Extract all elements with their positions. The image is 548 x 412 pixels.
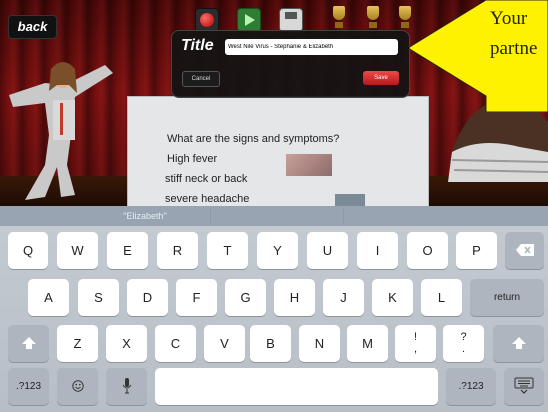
keyboard-dismiss-icon bbox=[514, 377, 534, 394]
space-bar[interactable] bbox=[155, 368, 438, 405]
shift-icon bbox=[21, 337, 36, 349]
title-dialog: Title Cancel Save bbox=[171, 30, 410, 98]
key-z[interactable]: Z bbox=[57, 325, 98, 362]
numbers-key-right[interactable]: .?123 bbox=[446, 368, 496, 405]
key-a[interactable]: A bbox=[28, 279, 69, 316]
trophy-icon bbox=[366, 6, 380, 30]
onscreen-keyboard: "Elizabeth" Q W E R T Y U I O P A S D F … bbox=[0, 206, 548, 412]
video-stage: What are the signs and symptoms? High fe… bbox=[0, 0, 548, 206]
key-n[interactable]: N bbox=[299, 325, 340, 362]
backspace-icon bbox=[515, 244, 534, 256]
key-exclaim-comma[interactable]: ! , bbox=[395, 325, 436, 362]
key-w[interactable]: W bbox=[57, 232, 98, 269]
shift-icon bbox=[511, 337, 526, 349]
board-line: severe headache bbox=[165, 193, 250, 205]
key-h[interactable]: H bbox=[274, 279, 315, 316]
key-t[interactable]: T bbox=[207, 232, 248, 269]
board-line: stiff neck or back bbox=[165, 173, 248, 185]
key-d[interactable]: D bbox=[127, 279, 168, 316]
cancel-button[interactable]: Cancel bbox=[182, 71, 220, 87]
key-m[interactable]: M bbox=[347, 325, 388, 362]
title-label: Title bbox=[181, 37, 214, 54]
key-f[interactable]: F bbox=[176, 279, 217, 316]
callout-text: Your partne bbox=[490, 8, 538, 59]
board-photo bbox=[335, 194, 365, 206]
key-u[interactable]: U bbox=[307, 232, 348, 269]
key-b[interactable]: B bbox=[250, 325, 291, 362]
shift-key-right[interactable] bbox=[493, 325, 544, 362]
whiteboard: What are the signs and symptoms? High fe… bbox=[127, 96, 429, 206]
key-r[interactable]: R bbox=[157, 232, 198, 269]
back-button[interactable]: back bbox=[8, 15, 57, 39]
record-icon[interactable] bbox=[195, 8, 219, 32]
board-photo bbox=[286, 154, 332, 176]
dictation-key[interactable] bbox=[106, 368, 147, 405]
key-q[interactable]: Q bbox=[8, 232, 48, 269]
emoji-icon bbox=[71, 380, 84, 392]
microphone-icon bbox=[122, 378, 131, 394]
key-l[interactable]: L bbox=[421, 279, 462, 316]
key-i[interactable]: I bbox=[357, 232, 398, 269]
prediction-divider bbox=[210, 209, 211, 223]
backspace-key[interactable] bbox=[505, 232, 544, 269]
key-y[interactable]: Y bbox=[257, 232, 298, 269]
prediction-suggestion[interactable]: "Elizabeth" bbox=[80, 206, 210, 226]
trophy-icon bbox=[332, 6, 346, 30]
speech-callout: Your partne bbox=[408, 0, 548, 112]
board-line: High fever bbox=[167, 153, 218, 165]
save-button[interactable]: Save bbox=[363, 71, 399, 85]
key-p[interactable]: P bbox=[456, 232, 497, 269]
key-k[interactable]: K bbox=[372, 279, 413, 316]
key-o[interactable]: O bbox=[407, 232, 448, 269]
key-g[interactable]: G bbox=[225, 279, 266, 316]
key-x[interactable]: X bbox=[106, 325, 147, 362]
hide-keyboard-key[interactable] bbox=[504, 368, 544, 405]
play-icon[interactable] bbox=[237, 8, 261, 32]
return-key[interactable]: return bbox=[470, 279, 544, 316]
key-question-period[interactable]: ? . bbox=[443, 325, 484, 362]
board-line: What are the signs and symptoms? bbox=[167, 133, 340, 145]
prediction-bar: "Elizabeth" bbox=[0, 206, 548, 226]
title-input[interactable] bbox=[225, 39, 398, 55]
presenter-left-figure bbox=[9, 62, 113, 200]
shift-key-left[interactable] bbox=[8, 325, 49, 362]
emoji-key[interactable] bbox=[57, 368, 98, 405]
numbers-key-left[interactable]: .?123 bbox=[8, 368, 49, 405]
key-e[interactable]: E bbox=[107, 232, 148, 269]
key-c[interactable]: C bbox=[155, 325, 196, 362]
save-disk-icon[interactable] bbox=[279, 8, 303, 32]
key-j[interactable]: J bbox=[323, 279, 364, 316]
prediction-divider bbox=[343, 209, 344, 223]
key-s[interactable]: S bbox=[78, 279, 119, 316]
key-v[interactable]: V bbox=[204, 325, 245, 362]
